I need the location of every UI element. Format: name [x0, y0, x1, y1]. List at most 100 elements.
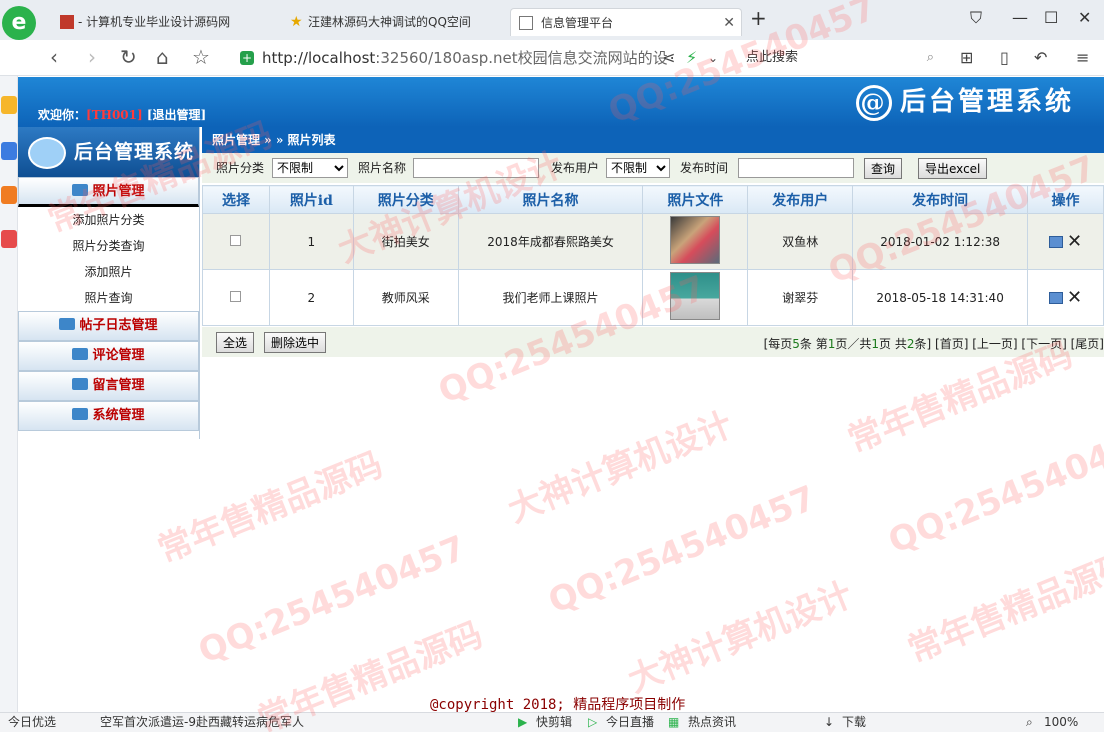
- pager-prev-link[interactable]: [上一页]: [972, 337, 1017, 351]
- shirt-skin-icon[interactable]: ⛉: [970, 8, 982, 28]
- name-input[interactable]: [413, 158, 539, 178]
- star-favicon-icon: ★: [290, 14, 303, 30]
- menu-message-management[interactable]: 留言管理: [18, 371, 199, 401]
- select-all-button[interactable]: 全选: [216, 332, 255, 353]
- export-excel-button[interactable]: 导出excel: [918, 158, 988, 179]
- user-label: 发布用户: [551, 161, 600, 175]
- cell-file: [642, 269, 749, 326]
- breadcrumb: 照片管理 » » 照片列表: [202, 127, 1104, 153]
- menu-icon[interactable]: ≡: [1076, 48, 1089, 67]
- delete-selected-button[interactable]: 删除选中: [264, 332, 327, 353]
- category-select[interactable]: 不限制: [272, 158, 348, 178]
- menu-label: 留言管理: [92, 378, 145, 393]
- share-icon[interactable]: ⋖: [662, 48, 675, 67]
- sidebar: 后台管理系统 照片管理 添加照片分类 照片分类查询 添加照片 照片查询 帖子日志…: [18, 127, 200, 439]
- undo-icon[interactable]: ↶: [1034, 48, 1047, 67]
- pager-last-link[interactable]: [尾页]: [1071, 337, 1104, 351]
- news-icon: ▦: [668, 715, 680, 729]
- menu-label: 评论管理: [92, 348, 145, 363]
- col-time: 发布时间: [852, 185, 1029, 214]
- side-app-icon[interactable]: [1, 96, 17, 114]
- secure-shield-icon: +: [240, 51, 254, 65]
- menu-post-log-management[interactable]: 帖子日志管理: [18, 311, 199, 341]
- table-row: 1 街拍美女 2018年成都春熙路美女 双鱼林 2018-01-02 1:12:…: [202, 213, 1104, 270]
- pager-first-link[interactable]: [首页]: [935, 337, 968, 351]
- logout-link[interactable]: [退出管理]: [147, 108, 206, 122]
- maximize-icon[interactable]: ☐: [1044, 8, 1058, 27]
- cell-time: 2018-05-18 14:31:40: [852, 269, 1029, 326]
- at-logo-icon: @: [855, 85, 892, 121]
- photo-thumbnail[interactable]: [670, 216, 721, 264]
- status-hot-news[interactable]: 热点资讯: [688, 713, 736, 732]
- name-label: 照片名称: [358, 161, 407, 175]
- forward-icon[interactable]: ›: [88, 46, 96, 68]
- photo-table: 选择 照片id 照片分类 照片名称 照片文件 发布用户 发布时间 操作 1 街拍…: [202, 185, 1104, 326]
- address-bar: ‹ › ↻ ⌂ ☆ + http://localhost:32560/180as…: [0, 40, 1104, 76]
- download-icon: ↓: [824, 715, 835, 729]
- status-zoom[interactable]: 100%: [1044, 713, 1078, 732]
- minimize-icon[interactable]: —: [1012, 8, 1028, 27]
- col-id: 照片id: [268, 185, 354, 214]
- user-select[interactable]: 不限制: [606, 158, 670, 178]
- pager: [每页5条 第1页／共1页 共2条] [首页] [上一页] [下一页] [尾页]: [764, 335, 1104, 352]
- status-news-ticker[interactable]: 空军首次派遣运-9赴西藏转运病危军人: [100, 713, 304, 732]
- status-clip[interactable]: 快剪辑: [536, 713, 572, 732]
- sidebar-item-add-category[interactable]: 添加照片分类: [18, 207, 199, 233]
- tab-source-site[interactable]: - 计算机专业毕业设计源码网: [56, 8, 276, 36]
- pager-text: 条 第: [799, 337, 828, 351]
- sidebar-item-photo-query[interactable]: 照片查询: [18, 285, 199, 311]
- sidebar-item-add-photo[interactable]: 添加照片: [18, 259, 199, 285]
- status-live[interactable]: 今日直播: [606, 713, 654, 732]
- close-window-icon[interactable]: ✕: [1078, 8, 1091, 27]
- table-row: 2 教师风采 我们老师上课照片 谢翠芬 2018-05-18 14:31:40 …: [202, 269, 1104, 326]
- side-app-icon[interactable]: [1, 142, 17, 160]
- cell-user: 谢翠芬: [747, 269, 854, 326]
- menu-icon: [72, 184, 89, 196]
- home-icon[interactable]: ⌂: [156, 46, 169, 68]
- search-icon[interactable]: ⌕: [927, 46, 934, 70]
- app-header: 欢迎你：[TH001] [退出管理] @ 后台管理系统: [18, 77, 1104, 127]
- new-tab-icon[interactable]: +: [750, 6, 767, 30]
- welcome-text: 欢迎你：[TH001] [退出管理]: [38, 106, 206, 123]
- apps-grid-icon[interactable]: ⊞: [960, 48, 973, 67]
- col-select: 选择: [202, 185, 270, 214]
- menu-photo-management[interactable]: 照片管理: [18, 177, 199, 207]
- query-button[interactable]: 查询: [864, 158, 903, 179]
- edit-icon[interactable]: [1048, 235, 1063, 248]
- photo-thumbnail[interactable]: [670, 272, 721, 320]
- status-download[interactable]: 下载: [842, 713, 866, 732]
- watermark: QQ:254540457: [192, 528, 472, 672]
- site-favicon-icon: [60, 15, 74, 29]
- menu-comment-management[interactable]: 评论管理: [18, 341, 199, 371]
- status-today-picks[interactable]: 今日优选: [8, 713, 56, 732]
- time-label: 发布时间: [680, 161, 729, 175]
- side-app-icon[interactable]: [1, 186, 17, 204]
- filter-bar: 照片分类 不限制 照片名称 发布用户 不限制 发布时间 查询 导出excel: [202, 153, 1104, 183]
- pager-text: 页／共: [835, 337, 872, 351]
- time-input[interactable]: [738, 158, 854, 178]
- lightning-icon[interactable]: ⚡: [686, 48, 697, 67]
- close-tab-icon[interactable]: ✕: [723, 9, 735, 36]
- url-field[interactable]: + http://localhost:32560/180asp.net校园信息交…: [236, 46, 724, 70]
- pager-next-link[interactable]: [下一页]: [1021, 337, 1066, 351]
- side-app-icon[interactable]: [1, 230, 17, 248]
- tab-qq-space[interactable]: ★ 汪建林源码大神调试的QQ空间: [286, 8, 498, 36]
- delete-icon[interactable]: ✕: [1067, 287, 1082, 308]
- edit-icon[interactable]: [1048, 291, 1063, 304]
- pager-total-pages: 1: [871, 337, 880, 351]
- sidebar-item-category-query[interactable]: 照片分类查询: [18, 233, 199, 259]
- menu-system-management[interactable]: 系统管理: [18, 401, 199, 431]
- menu-label: 系统管理: [92, 408, 145, 423]
- refresh-icon[interactable]: ↻: [120, 46, 137, 68]
- pager-total: 2: [906, 337, 915, 351]
- chevron-down-icon[interactable]: ⌄: [708, 51, 718, 65]
- row-checkbox[interactable]: [230, 234, 242, 246]
- delete-icon[interactable]: ✕: [1067, 231, 1082, 252]
- reader-icon[interactable]: ▯: [1000, 48, 1009, 67]
- browser-logo-icon[interactable]: e: [2, 6, 36, 40]
- tab-info-platform[interactable]: 信息管理平台 ✕: [510, 8, 742, 36]
- search-input[interactable]: 点此搜索 ⌕: [736, 46, 942, 70]
- row-checkbox[interactable]: [230, 290, 242, 302]
- back-icon[interactable]: ‹: [50, 46, 58, 68]
- star-bookmark-icon[interactable]: ☆: [192, 46, 210, 68]
